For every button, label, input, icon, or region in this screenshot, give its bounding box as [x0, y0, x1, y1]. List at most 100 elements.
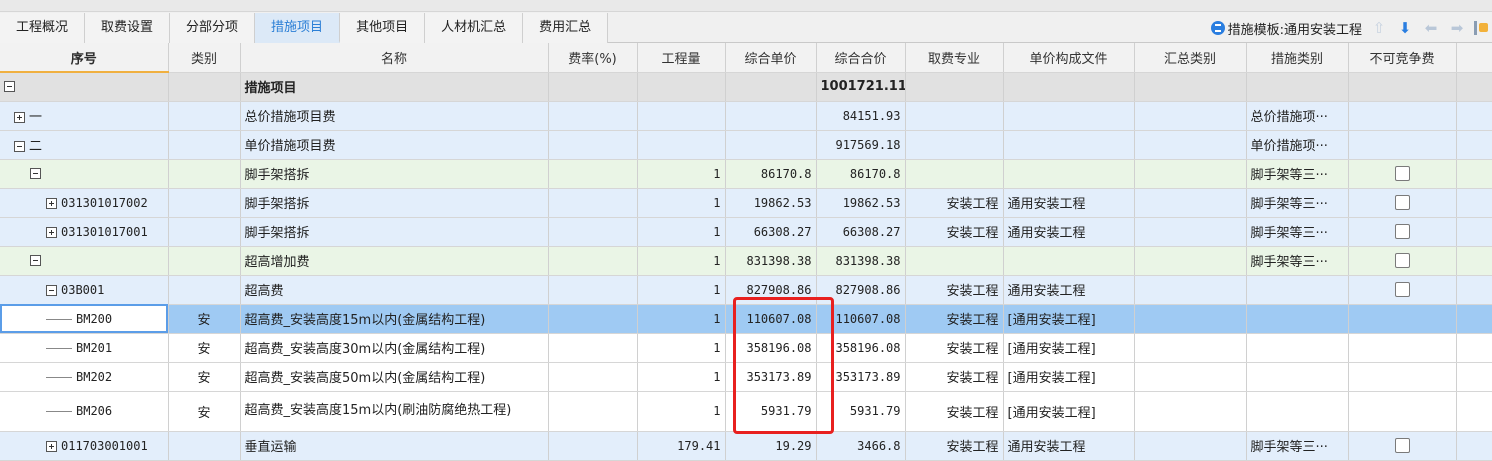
total-cell[interactable]: 19862.53 [816, 188, 906, 218]
price-file-cell[interactable] [1003, 72, 1135, 102]
table-row[interactable]: 措施项目 1001721.11 [0, 72, 1492, 102]
name-cell[interactable]: 超高费_安装高度15m以内(金属结构工程) [240, 304, 549, 334]
expand-icon[interactable] [46, 440, 57, 452]
category-cell[interactable] [168, 431, 241, 461]
tab-other-items[interactable]: 其他项目 [340, 13, 426, 43]
total-cell[interactable]: 84151.93 [816, 101, 906, 131]
seq-cell[interactable]: BM201 [0, 333, 169, 363]
name-cell[interactable]: 超高费_安装高度30m以内(金属结构工程) [240, 333, 549, 363]
col-header-non-competitive[interactable]: 不可竞争费 [1348, 43, 1457, 73]
col-header-total[interactable]: 综合合价 [816, 43, 906, 73]
tab-measures[interactable]: 措施项目 [255, 13, 341, 43]
quantity-cell[interactable]: 1 [637, 304, 726, 334]
measure-category-cell[interactable] [1246, 333, 1349, 363]
rate-cell[interactable] [548, 130, 638, 160]
price-file-cell[interactable]: [通用安装工程] [1003, 304, 1135, 334]
rate-cell[interactable] [548, 217, 638, 247]
quantity-cell[interactable]: 1 [637, 246, 726, 276]
seq-cell[interactable]: BM206 [0, 391, 169, 432]
seq-cell[interactable]: BM200 [0, 304, 169, 334]
rate-cell[interactable] [548, 431, 638, 461]
price-file-cell[interactable]: 通用安装工程 [1003, 275, 1135, 305]
rate-cell[interactable] [548, 304, 638, 334]
major-cell[interactable] [905, 72, 1004, 102]
quantity-cell[interactable]: 1 [637, 391, 726, 432]
table-row[interactable]: BM201 安 超高费_安装高度30m以内(金属结构工程) 1 358196.0… [0, 333, 1492, 363]
tab-overview[interactable]: 工程概况 [0, 13, 86, 43]
seq-cell[interactable]: 二 [0, 130, 169, 160]
tab-fee-settings[interactable]: 取费设置 [85, 13, 171, 43]
col-header-seq[interactable]: 序号 [0, 43, 169, 73]
major-cell[interactable]: 安装工程 [905, 333, 1004, 363]
category-cell[interactable] [168, 159, 241, 189]
collapse-icon[interactable] [30, 255, 41, 266]
table-row[interactable]: BM206 安 超高费_安装高度15m以内(刷油防腐绝热工程) 1 5931.7… [0, 391, 1492, 432]
category-cell[interactable]: 安 [168, 333, 241, 363]
major-cell[interactable]: 安装工程 [905, 431, 1004, 461]
unit-price-cell[interactable]: 831398.38 [725, 246, 817, 276]
table-row[interactable]: 二 单价措施项目费 917569.18 单价措施项··· [0, 130, 1492, 160]
quantity-cell[interactable] [637, 101, 726, 131]
category-cell[interactable]: 安 [168, 304, 241, 334]
col-header-measure-category[interactable]: 措施类别 [1246, 43, 1349, 73]
measure-category-cell[interactable] [1246, 391, 1349, 432]
rate-cell[interactable] [548, 362, 638, 392]
measure-category-cell[interactable]: 脚手架等三··· [1246, 188, 1349, 218]
summary-category-cell[interactable] [1134, 130, 1247, 160]
unit-price-cell[interactable] [725, 101, 817, 131]
summary-category-cell[interactable] [1134, 431, 1247, 461]
seq-cell[interactable]: 031301017001 [0, 217, 169, 247]
seq-cell[interactable]: BM202 [0, 362, 169, 392]
table-row[interactable]: 031301017001 脚手架搭拆 1 66308.27 66308.27 安… [0, 217, 1492, 247]
name-cell[interactable]: 脚手架搭拆 [240, 217, 549, 247]
unit-price-cell[interactable]: 66308.27 [725, 217, 817, 247]
seq-cell[interactable]: 03B001 [0, 275, 169, 305]
rate-cell[interactable] [548, 246, 638, 276]
major-cell[interactable]: 安装工程 [905, 217, 1004, 247]
quantity-cell[interactable] [637, 72, 726, 102]
name-cell[interactable]: 超高费 [240, 275, 549, 305]
rate-cell[interactable] [548, 188, 638, 218]
price-file-cell[interactable] [1003, 130, 1135, 160]
col-header-category[interactable]: 类别 [168, 43, 241, 73]
summary-category-cell[interactable] [1134, 217, 1247, 247]
summary-category-cell[interactable] [1134, 101, 1247, 131]
major-cell[interactable]: 安装工程 [905, 275, 1004, 305]
measure-category-cell[interactable]: 脚手架等三··· [1246, 217, 1349, 247]
category-cell[interactable] [168, 275, 241, 305]
non-competitive-checkbox[interactable] [1394, 282, 1410, 297]
category-cell[interactable]: 安 [168, 362, 241, 392]
measure-category-cell[interactable]: 脚手架等三··· [1246, 431, 1349, 461]
measure-category-cell[interactable] [1246, 362, 1349, 392]
price-file-cell[interactable] [1003, 246, 1135, 276]
unit-price-cell[interactable]: 5931.79 [725, 391, 817, 432]
unit-price-cell[interactable] [725, 130, 817, 160]
category-cell[interactable] [168, 246, 241, 276]
seq-cell[interactable] [0, 159, 169, 189]
table-row[interactable]: 031301017002 脚手架搭拆 1 19862.53 19862.53 安… [0, 188, 1492, 218]
measure-category-cell[interactable]: 单价措施项··· [1246, 130, 1349, 160]
name-cell[interactable]: 总价措施项目费 [240, 101, 549, 131]
rate-cell[interactable] [548, 101, 638, 131]
quantity-cell[interactable]: 1 [637, 275, 726, 305]
quantity-cell[interactable]: 1 [637, 188, 726, 218]
col-header-price-file[interactable]: 单价构成文件 [1003, 43, 1135, 73]
summary-category-cell[interactable] [1134, 275, 1247, 305]
total-cell[interactable]: 1001721.11 [816, 72, 906, 102]
move-left-icon[interactable]: ⬅ [1422, 19, 1440, 37]
non-competitive-checkbox[interactable] [1394, 195, 1410, 210]
major-cell[interactable]: 安装工程 [905, 391, 1004, 432]
quantity-cell[interactable]: 1 [637, 159, 726, 189]
major-cell[interactable]: 安装工程 [905, 304, 1004, 334]
quantity-cell[interactable] [637, 130, 726, 160]
table-row[interactable]: 一 总价措施项目费 84151.93 总价措施项··· [0, 101, 1492, 131]
name-cell[interactable]: 超高费_安装高度15m以内(刷油防腐绝热工程) [240, 391, 549, 432]
table-row-selected[interactable]: BM200 安 超高费_安装高度15m以内(金属结构工程) 1 110607.0… [0, 304, 1492, 334]
table-row[interactable]: 011703001001 垂直运输 179.41 19.29 3466.8 安装… [0, 431, 1492, 461]
name-cell[interactable]: 超高费_安装高度50m以内(金属结构工程) [240, 362, 549, 392]
expand-icon[interactable] [46, 197, 57, 209]
total-cell[interactable]: 66308.27 [816, 217, 906, 247]
unit-price-cell[interactable]: 86170.8 [725, 159, 817, 189]
major-cell[interactable]: 安装工程 [905, 188, 1004, 218]
move-up-icon[interactable]: ⇧ [1370, 19, 1388, 37]
